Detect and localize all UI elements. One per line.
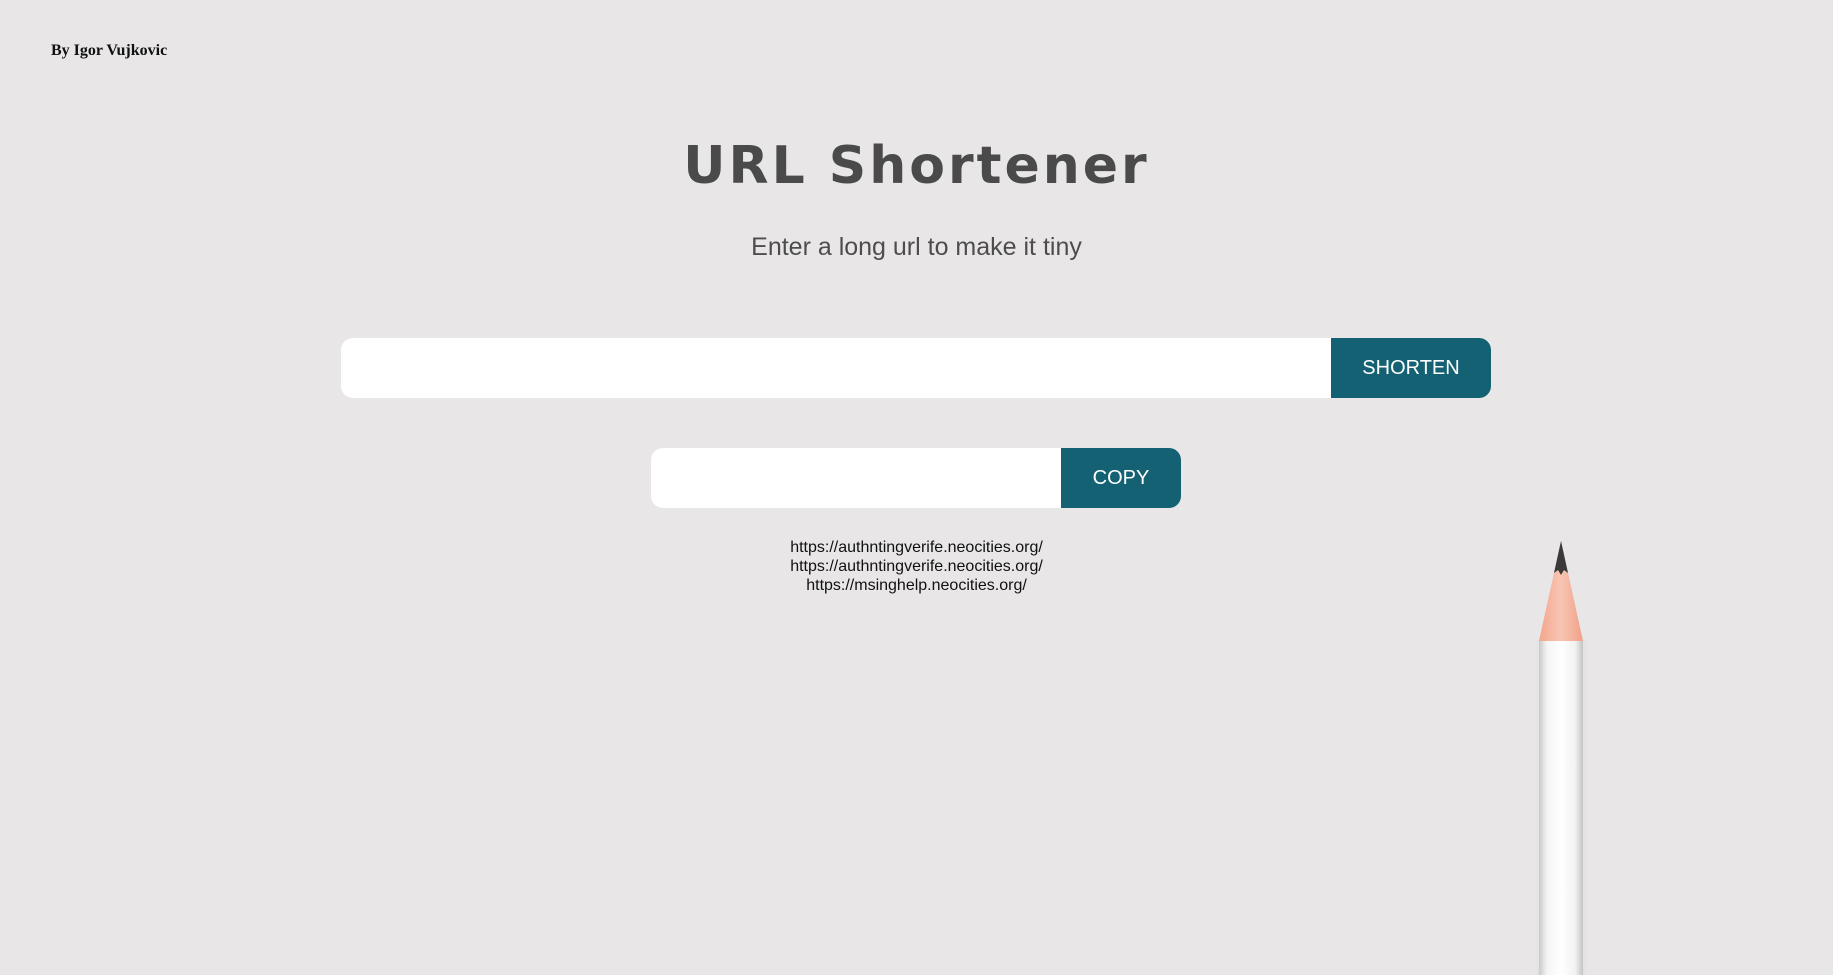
copy-button[interactable]: COPY [1061, 448, 1181, 508]
shorten-form: SHORTEN [341, 338, 1491, 398]
author-credit: By Igor Vujkovic [51, 42, 168, 59]
long-url-input[interactable] [341, 338, 1331, 398]
copy-form: COPY [651, 448, 1181, 508]
pencil-icon [1534, 541, 1588, 975]
shorten-button[interactable]: SHORTEN [1331, 338, 1491, 398]
page-subtitle: Enter a long url to make it tiny [751, 233, 1082, 261]
short-url-output[interactable] [651, 448, 1061, 508]
page-title: URL Shortener [683, 136, 1150, 196]
